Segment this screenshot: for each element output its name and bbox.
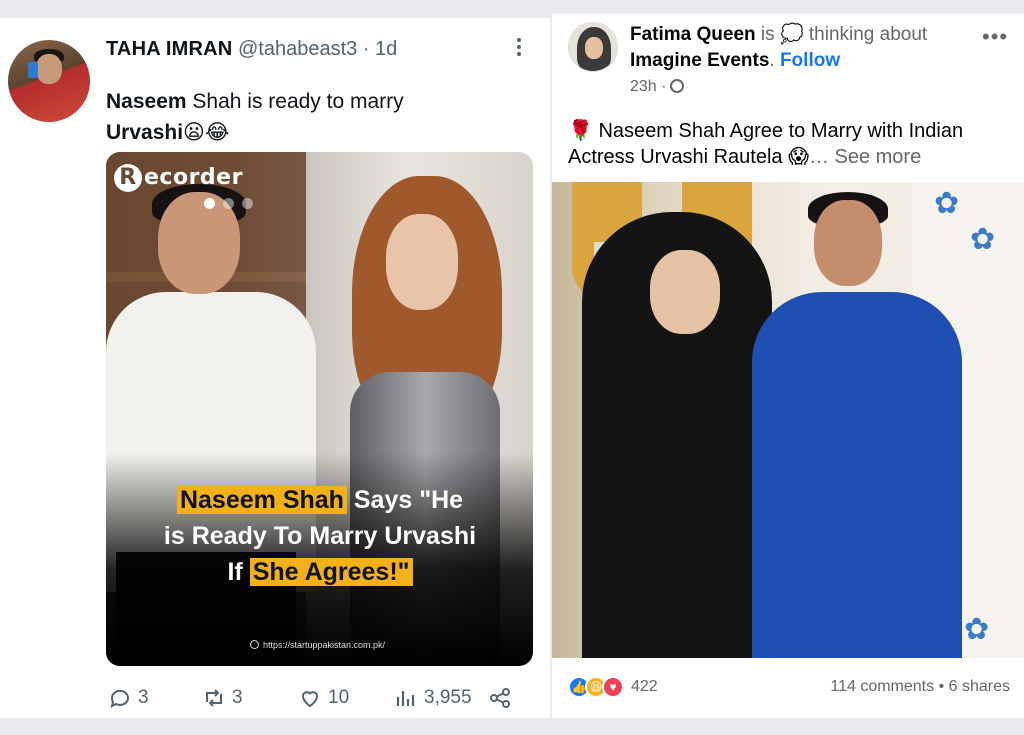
shocked-emoji: 😱 <box>788 146 809 168</box>
reply-button[interactable]: 3 <box>108 686 149 710</box>
post-more-options-icon[interactable]: ••• <box>982 24 1008 50</box>
views-chart-icon <box>396 691 415 706</box>
post-text: 🌹 Naseem Shah Agree to Marry with Indian… <box>568 118 1008 170</box>
reactions-summary[interactable]: 👍 😆 ♥ 422 <box>568 676 658 698</box>
tweet-timestamp[interactable]: · 1d <box>363 38 397 60</box>
stats-separator: • <box>934 678 949 695</box>
post-photo[interactable]: ✿ ✿ ✿ <box>552 182 1024 658</box>
headline-part-1: Says "He <box>346 486 464 514</box>
retweet-count: 3 <box>232 687 243 708</box>
retweet-icon <box>206 689 222 707</box>
post-author-name[interactable]: Fatima Queen <box>630 24 756 45</box>
post-timestamp[interactable]: 23h · <box>630 78 685 96</box>
post-stats: 114 comments • 6 shares <box>830 678 1010 696</box>
like-button[interactable]: 10 <box>298 686 349 710</box>
more-options-icon[interactable] <box>512 36 526 58</box>
headline-highlight-2: She Agrees!" <box>249 558 413 586</box>
comments-count-link[interactable]: 114 comments <box>830 678 934 695</box>
tweet-text-emoji: 😦😂 <box>183 121 230 144</box>
recorder-logo-text: ecorder <box>144 165 243 190</box>
public-globe-icon <box>670 79 685 93</box>
media-headline: Naseem Shah Says "He is Ready To Marry U… <box>120 482 520 590</box>
tweet-author-avatar[interactable] <box>8 40 90 122</box>
recorder-logo: Recorder <box>114 164 243 192</box>
headline-part-2: is Ready To Marry Urvashi <box>163 522 477 550</box>
thought-bubble-icon: 💭 <box>779 24 804 45</box>
headline-part-3: If <box>227 558 250 586</box>
post-activity-text: thinking about <box>803 24 928 45</box>
tweet-text-part-1: Shah is ready to marry <box>186 90 404 113</box>
reactions-count: 422 <box>631 678 658 695</box>
post-time-text: 23h · <box>630 78 667 95</box>
rose-emoji: 🌹 <box>568 120 593 142</box>
facebook-post[interactable]: Fatima Queen is 💭 thinking about Imagine… <box>552 14 1024 718</box>
see-more-link[interactable]: … See more <box>809 146 921 168</box>
globe-icon <box>250 640 259 649</box>
post-dot-separator: . <box>769 50 780 71</box>
tweet-text-bold-1: Naseem <box>106 90 187 113</box>
retweet-button[interactable]: 3 <box>202 686 243 710</box>
share-icon <box>490 688 510 708</box>
tweet-text: Naseem Shah is ready to marry Urvashi😦😂 <box>106 86 526 148</box>
follow-button[interactable]: Follow <box>780 50 840 71</box>
headline-highlight-1: Naseem Shah <box>176 486 347 514</box>
recorder-logo-initial: R <box>114 164 142 192</box>
love-reaction-icon: ♥ <box>602 676 624 698</box>
tweet-author-name[interactable]: TAHA IMRAN <box>106 38 232 60</box>
carousel-indicator <box>204 196 261 214</box>
tweet-actions: 3 3 10 3,955 <box>108 686 528 716</box>
reply-count: 3 <box>138 687 149 708</box>
shares-count-link[interactable]: 6 shares <box>949 678 1010 695</box>
share-button[interactable] <box>488 686 512 710</box>
views-count: 3,955 <box>424 687 472 708</box>
tweet-media-image[interactable]: Recorder Naseem Shah Says "He is Ready T… <box>106 152 533 666</box>
tweet-header: TAHA IMRAN @tahabeast3 · 1d <box>106 38 397 61</box>
like-count: 10 <box>328 687 350 708</box>
tweet-card[interactable]: TAHA IMRAN @tahabeast3 · 1d Naseem Shah … <box>0 18 550 718</box>
heart-icon <box>301 691 319 708</box>
post-page-name[interactable]: Imagine Events <box>630 50 769 71</box>
media-source-url-text: https://startuppakistan.com.pk/ <box>263 640 386 650</box>
views-button[interactable]: 3,955 <box>394 686 472 710</box>
post-author-avatar[interactable] <box>568 22 618 72</box>
post-header: Fatima Queen is 💭 thinking about Imagine… <box>630 22 980 74</box>
reply-icon <box>110 689 129 708</box>
post-is-text: is <box>755 24 780 45</box>
media-source-url: https://startuppakistan.com.pk/ <box>250 640 385 650</box>
tweet-author-handle[interactable]: @tahabeast3 <box>238 38 357 60</box>
tweet-text-bold-2: Urvashi <box>106 121 184 144</box>
